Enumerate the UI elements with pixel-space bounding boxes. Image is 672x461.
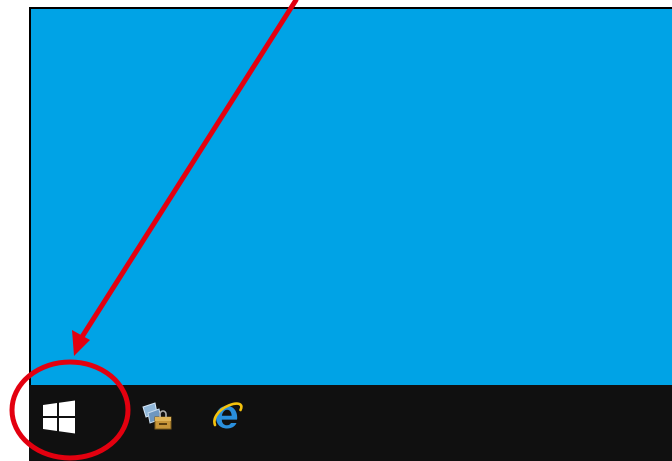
start-button[interactable] bbox=[37, 395, 81, 439]
server-manager-button[interactable] bbox=[135, 395, 179, 439]
taskbar bbox=[29, 385, 672, 461]
server-manager-icon bbox=[142, 402, 172, 430]
internet-explorer-button[interactable] bbox=[205, 395, 249, 439]
screen-frame bbox=[29, 7, 672, 461]
desktop-background bbox=[31, 9, 672, 385]
internet-explorer-icon bbox=[213, 402, 243, 429]
screenshot-stage bbox=[0, 0, 672, 461]
windows-logo-icon bbox=[43, 400, 75, 434]
